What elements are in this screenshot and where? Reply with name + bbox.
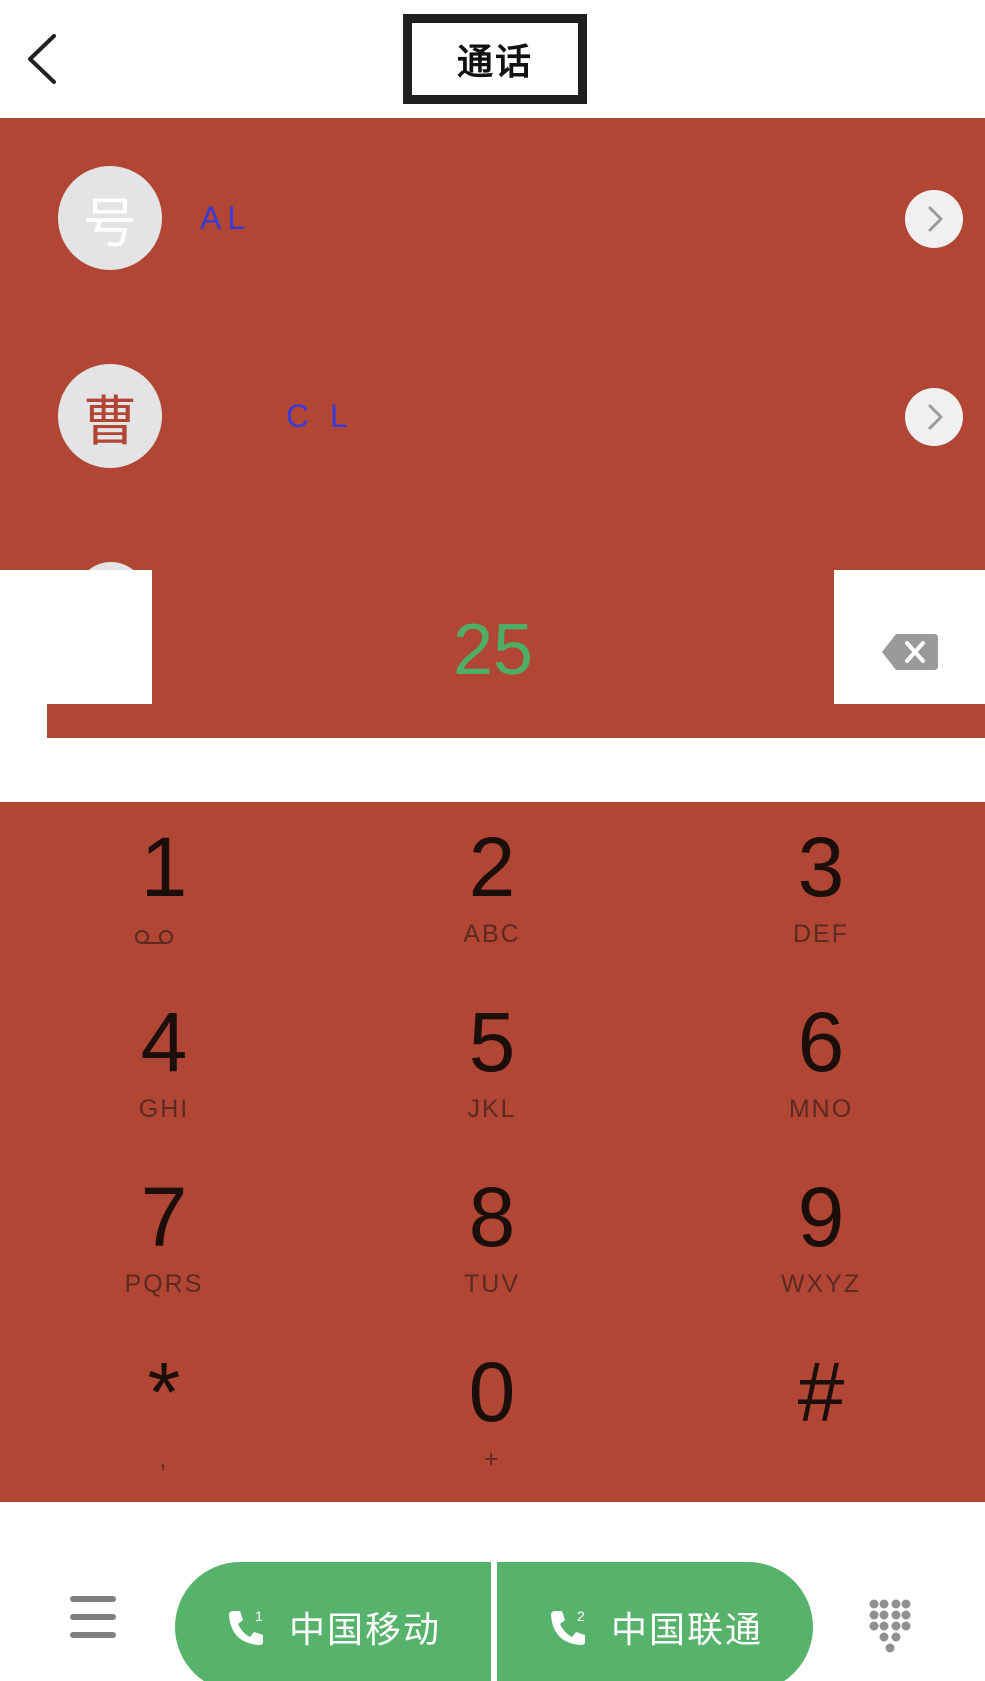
- keypad-toggle-button[interactable]: [866, 1598, 914, 1654]
- bottom-action-bar: 1 中国移动 2 中国联通: [0, 1502, 985, 1681]
- phone-sim1-icon: 1: [228, 1608, 265, 1645]
- key-hash[interactable]: #: [657, 1327, 985, 1502]
- sim2-number: 2: [577, 1608, 587, 1624]
- key-digit: #: [797, 1345, 845, 1439]
- key-letters: GHI: [138, 1095, 190, 1123]
- key-digit: *: [147, 1345, 181, 1439]
- key-letters: MNO: [788, 1095, 854, 1123]
- avatar: [76, 562, 146, 570]
- sim1-label: 中国移动: [288, 1610, 441, 1651]
- key-digit: 1: [140, 820, 188, 914]
- key-letters: +: [483, 1445, 501, 1473]
- number-display: 25: [152, 570, 834, 738]
- key-digit: 4: [140, 995, 188, 1089]
- contact-row[interactable]: 号 AL: [0, 118, 985, 316]
- key-star[interactable]: * ,: [0, 1327, 328, 1502]
- key-digit: 6: [797, 995, 845, 1089]
- key-9[interactable]: 9 WXYZ: [657, 1152, 985, 1327]
- key-8[interactable]: 8 TUV: [328, 1152, 656, 1327]
- menu-icon: [70, 1614, 116, 1620]
- contact-detail-button[interactable]: [905, 388, 963, 446]
- key-digit: 9: [797, 1170, 845, 1264]
- contact-name: C L: [286, 398, 354, 434]
- key-letters: JKL: [467, 1095, 517, 1123]
- contact-name: AL: [200, 200, 252, 236]
- dialpad-grid-icon: [869, 1599, 911, 1653]
- key-digit: 7: [140, 1170, 188, 1264]
- key-letters: ,: [159, 1445, 169, 1473]
- dual-sim-call-buttons: 1 中国移动 2 中国联通: [175, 1562, 813, 1681]
- contact-suggestion-list: 号 AL 曹 C L: [0, 118, 985, 570]
- dialed-number: 25: [452, 610, 534, 690]
- key-3[interactable]: 3 DEF: [657, 802, 985, 977]
- sim2-label: 中国联通: [610, 1610, 763, 1651]
- chevron-right-icon: [928, 206, 943, 232]
- key-digit: 0: [468, 1345, 516, 1439]
- key-letters: TUV: [464, 1270, 520, 1298]
- key-6[interactable]: 6 MNO: [657, 977, 985, 1152]
- menu-icon: [70, 1632, 116, 1638]
- menu-icon: [70, 1596, 116, 1602]
- call-sim1-button[interactable]: 1 中国移动: [175, 1562, 491, 1681]
- dialer-screen: 通话 号 AL 曹 C L 25 1 2 ABC 3 DEF 4 GHI 5 J…: [0, 0, 985, 1681]
- page-title: 通话: [403, 14, 587, 104]
- contact-row[interactable]: 曹 C L: [0, 316, 985, 514]
- key-letters: PQRS: [124, 1270, 204, 1298]
- dial-keypad: 1 2 ABC 3 DEF 4 GHI 5 JKL 6 MNO 7 PQRS 8…: [0, 802, 985, 1502]
- delete-button[interactable]: [880, 630, 940, 674]
- key-1[interactable]: 1: [0, 802, 328, 977]
- key-letters: WXYZ: [780, 1270, 862, 1298]
- key-digit: 3: [797, 820, 845, 914]
- key-7[interactable]: 7 PQRS: [0, 1152, 328, 1327]
- key-2[interactable]: 2 ABC: [328, 802, 656, 977]
- avatar: 号: [58, 166, 162, 270]
- voicemail-icon: [135, 930, 173, 944]
- key-digit: 8: [468, 1170, 516, 1264]
- key-digit: 2: [468, 820, 516, 914]
- backspace-icon: [882, 634, 938, 670]
- key-5[interactable]: 5 JKL: [328, 977, 656, 1152]
- phone-sim2-icon: 2: [550, 1608, 587, 1645]
- chevron-left-icon: [28, 34, 56, 84]
- key-letters: DEF: [793, 920, 849, 948]
- contact-detail-button[interactable]: [905, 190, 963, 248]
- back-button[interactable]: [18, 24, 78, 94]
- menu-button[interactable]: [70, 1596, 122, 1642]
- key-digit: 5: [468, 995, 516, 1089]
- chevron-right-icon: [928, 404, 943, 430]
- call-sim2-button[interactable]: 2 中国联通: [497, 1562, 813, 1681]
- key-4[interactable]: 4 GHI: [0, 977, 328, 1152]
- avatar: 曹: [58, 364, 162, 468]
- header-bar: 通话: [0, 0, 985, 118]
- key-0[interactable]: 0 +: [328, 1327, 656, 1502]
- sim1-number: 1: [255, 1608, 265, 1624]
- key-letters: ABC: [463, 920, 521, 948]
